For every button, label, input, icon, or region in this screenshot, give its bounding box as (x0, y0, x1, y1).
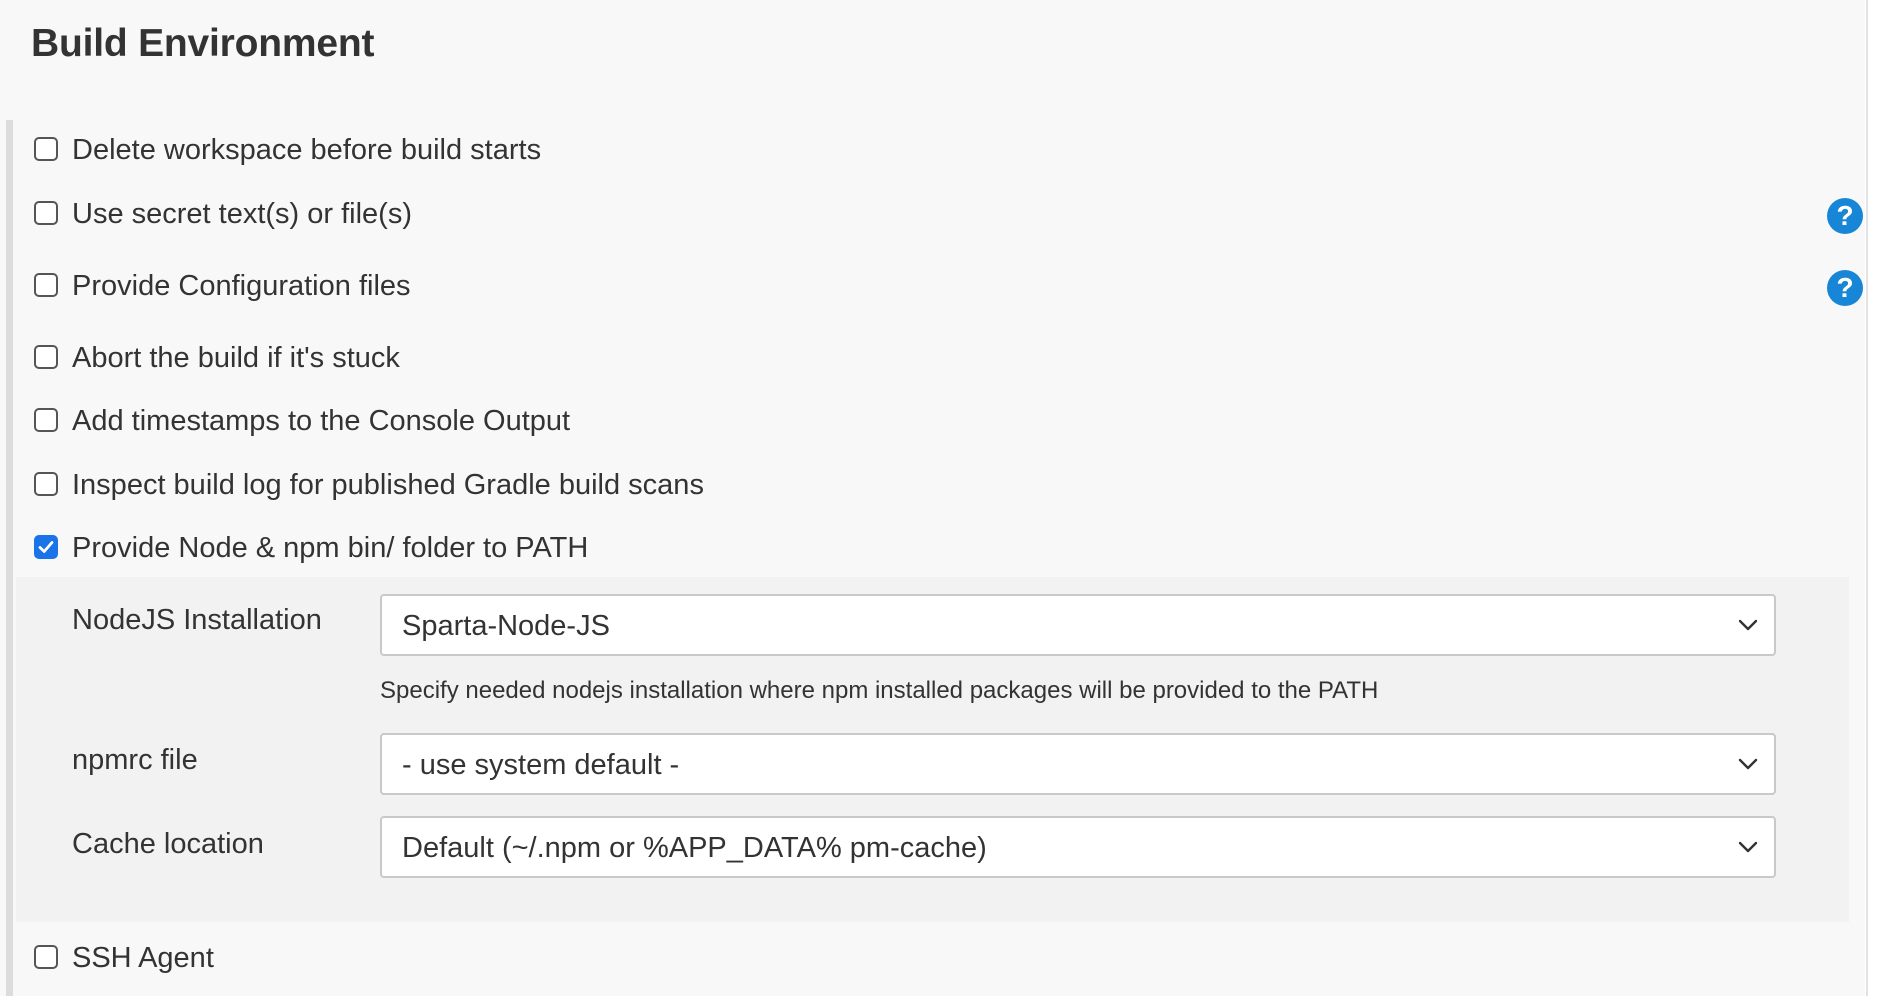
checkbox-add-timestamps[interactable] (34, 408, 58, 432)
chevron-down-icon (1738, 841, 1758, 853)
option-label[interactable]: Use secret text(s) or file(s) (72, 198, 412, 231)
build-environment-panel: Build Environment Delete workspace befor… (0, 0, 1865, 996)
section-title: Build Environment (31, 22, 375, 65)
checkbox-use-secret-text[interactable] (34, 201, 58, 225)
select-value: - use system default - (402, 749, 680, 781)
option-provide-configuration-files[interactable]: Provide Configuration files ? (34, 270, 1863, 313)
option-add-timestamps[interactable]: Add timestamps to the Console Output (34, 405, 1834, 448)
nodejs-installation-label: NodeJS Installation (72, 604, 322, 636)
checkbox-provide-configuration-files[interactable] (34, 273, 58, 297)
nodejs-installation-hint: Specify needed nodejs installation where… (380, 677, 1379, 704)
section-left-rule (6, 120, 13, 996)
option-label[interactable]: Delete workspace before build starts (72, 134, 541, 167)
chevron-down-icon (1738, 758, 1758, 770)
option-provide-node-npm[interactable]: Provide Node & npm bin/ folder to PATH (34, 532, 1834, 575)
checkbox-abort-build-if-stuck[interactable] (34, 345, 58, 369)
npmrc-file-select[interactable]: - use system default - (380, 733, 1776, 795)
select-value: Sparta-Node-JS (402, 610, 610, 642)
option-label[interactable]: SSH Agent (72, 942, 214, 975)
option-label[interactable]: Abort the build if it's stuck (72, 342, 400, 375)
cache-location-label: Cache location (72, 828, 264, 860)
help-icon[interactable]: ? (1827, 198, 1863, 234)
option-ssh-agent[interactable]: SSH Agent (34, 942, 1834, 985)
option-delete-workspace[interactable]: Delete workspace before build starts (34, 134, 1834, 177)
option-label[interactable]: Add timestamps to the Console Output (72, 405, 570, 438)
option-use-secret-text[interactable]: Use secret text(s) or file(s) ? (34, 198, 1863, 241)
option-label[interactable]: Inspect build log for published Gradle b… (72, 469, 704, 502)
nodejs-installation-select[interactable]: Sparta-Node-JS (380, 594, 1776, 656)
option-abort-build-if-stuck[interactable]: Abort the build if it's stuck (34, 342, 1834, 385)
select-value: Default (~/.npm or %APP_DATA% pm-cache) (402, 832, 987, 864)
chevron-down-icon (1738, 619, 1758, 631)
help-icon[interactable]: ? (1827, 270, 1863, 306)
scrollbar-track[interactable] (1866, 0, 1868, 996)
option-inspect-gradle-build-scans[interactable]: Inspect build log for published Gradle b… (34, 469, 1834, 512)
checkbox-ssh-agent[interactable] (34, 945, 58, 969)
option-label[interactable]: Provide Node & npm bin/ folder to PATH (72, 532, 588, 565)
cache-location-select[interactable]: Default (~/.npm or %APP_DATA% pm-cache) (380, 816, 1776, 878)
checkbox-inspect-gradle-build-scans[interactable] (34, 472, 58, 496)
checkmark-icon (38, 541, 54, 553)
option-label[interactable]: Provide Configuration files (72, 270, 411, 303)
npmrc-file-label: npmrc file (72, 744, 198, 776)
checkbox-provide-node-npm[interactable] (34, 535, 58, 559)
checkbox-delete-workspace[interactable] (34, 137, 58, 161)
